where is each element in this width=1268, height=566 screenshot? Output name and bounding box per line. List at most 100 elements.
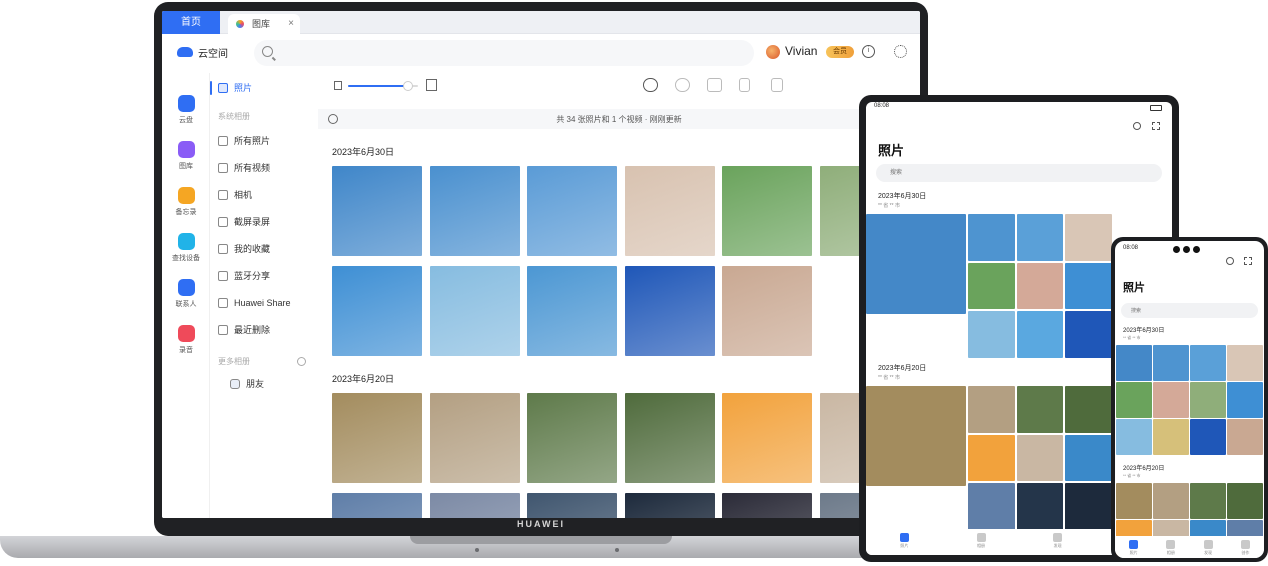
rail-item-5[interactable]: 录音 (162, 325, 210, 355)
photo-thumbnail[interactable] (1190, 483, 1226, 519)
rail-item-4[interactable]: 联系人 (162, 279, 210, 309)
zoom-slider-handle[interactable] (402, 81, 413, 91)
photo-thumbnail[interactable] (332, 166, 422, 256)
gear-icon[interactable] (894, 45, 907, 58)
rail-item-2[interactable]: 备忘录 (162, 187, 210, 217)
photo-thumbnail[interactable] (332, 493, 422, 518)
photo-thumbnail[interactable] (429, 393, 520, 483)
nav-item-0[interactable]: 照片 (1115, 540, 1154, 556)
phone-search-input[interactable] (1121, 303, 1258, 318)
photo-thumbnail[interactable] (968, 434, 1015, 481)
zoom-in-icon[interactable] (426, 79, 437, 91)
more-icon[interactable] (1244, 257, 1252, 265)
expand-icon[interactable] (297, 357, 306, 366)
nav-item-2[interactable]: 发现 (1038, 533, 1078, 549)
photo-thumbnail[interactable] (866, 386, 966, 486)
photo-thumbnail[interactable] (968, 262, 1015, 309)
photo-thumbnail[interactable] (722, 393, 812, 483)
photo-thumbnail[interactable] (1016, 214, 1063, 261)
tab-gallery[interactable]: 图库 × (228, 14, 300, 34)
photo-thumbnail[interactable] (722, 266, 812, 356)
photo-thumbnail[interactable] (968, 483, 1015, 530)
close-icon[interactable]: × (288, 14, 294, 34)
photo-thumbnail[interactable] (1065, 386, 1112, 433)
photo-thumbnail[interactable] (1153, 419, 1189, 455)
rail-item-3[interactable]: 查找设备 (162, 233, 210, 263)
photo-thumbnail[interactable] (624, 166, 715, 256)
nav-item-1[interactable]: 相册 (961, 533, 1001, 549)
sidebar-item-3[interactable]: 截屏录屏 (218, 214, 314, 230)
photo-thumbnail[interactable] (1065, 434, 1112, 481)
photo-thumbnail[interactable] (527, 493, 617, 518)
sidebar-item-friends[interactable]: 朋友 (230, 376, 326, 392)
photo-thumbnail[interactable] (624, 393, 715, 483)
vip-badge[interactable]: 会员 (826, 46, 854, 58)
photo-thumbnail[interactable] (1116, 483, 1152, 519)
tab-home[interactable]: 首页 (162, 11, 220, 34)
photo-thumbnail[interactable] (968, 386, 1015, 433)
photo-thumbnail[interactable] (1153, 483, 1189, 519)
sidebar-item-4[interactable]: 我的收藏 (218, 241, 314, 257)
photo-thumbnail[interactable] (722, 166, 812, 256)
rail-item-1[interactable]: 图库 (162, 141, 210, 171)
photo-thumbnail[interactable] (332, 393, 422, 483)
photo-thumbnail[interactable] (1116, 345, 1152, 381)
sidebar-item-2[interactable]: 相机 (218, 187, 314, 203)
photo-thumbnail[interactable] (1016, 483, 1063, 530)
photo-thumbnail[interactable] (1153, 382, 1189, 418)
photo-thumbnail[interactable] (722, 493, 812, 518)
photo-thumbnail[interactable] (968, 311, 1015, 358)
rail-item-0[interactable]: 云盘 (162, 95, 210, 125)
avatar[interactable] (766, 45, 780, 59)
sidebar-item-1[interactable]: 所有视频 (218, 160, 314, 176)
photo-thumbnail[interactable] (527, 166, 617, 256)
info-icon[interactable]: i (862, 45, 875, 58)
delete-icon[interactable] (771, 78, 783, 92)
photo-thumbnail[interactable] (1016, 386, 1063, 433)
photo-thumbnail[interactable] (1065, 262, 1112, 309)
account-icon[interactable] (1226, 257, 1234, 265)
photo-thumbnail[interactable] (624, 266, 715, 356)
photo-thumbnail[interactable] (1016, 262, 1063, 309)
copy-icon[interactable] (739, 78, 750, 92)
photo-thumbnail[interactable] (1227, 382, 1263, 418)
photo-thumbnail[interactable] (1016, 434, 1063, 481)
sidebar-item-0[interactable]: 所有照片 (218, 133, 314, 149)
photo-thumbnail[interactable] (429, 166, 520, 256)
nav-item-0[interactable]: 照片 (884, 533, 924, 549)
photo-thumbnail[interactable] (1190, 345, 1226, 381)
sidebar-item-photos[interactable]: 照片 (218, 80, 314, 96)
cloud-download-icon[interactable] (675, 78, 690, 92)
photo-thumbnail[interactable] (968, 214, 1015, 261)
sidebar-item-5[interactable]: 蓝牙分享 (218, 268, 314, 284)
photo-thumbnail[interactable] (1065, 214, 1112, 261)
user-name[interactable]: Vivian (785, 44, 817, 58)
photo-thumbnail[interactable] (1227, 483, 1263, 519)
photo-thumbnail[interactable] (332, 266, 422, 356)
photo-thumbnail[interactable] (429, 493, 520, 518)
photo-thumbnail[interactable] (1016, 311, 1063, 358)
zoom-slider[interactable] (348, 81, 418, 91)
photo-thumbnail[interactable] (1190, 382, 1226, 418)
photo-thumbnail[interactable] (866, 214, 966, 314)
new-folder-icon[interactable] (707, 78, 722, 92)
account-icon[interactable] (1133, 122, 1141, 130)
sidebar-item-6[interactable]: Huawei Share (218, 295, 314, 311)
sidebar-item-7[interactable]: 最近删除 (218, 322, 314, 338)
photo-thumbnail[interactable] (1116, 382, 1152, 418)
photo-thumbnail[interactable] (1227, 419, 1263, 455)
search-input[interactable] (254, 40, 754, 66)
photo-thumbnail[interactable] (1116, 419, 1152, 455)
upload-icon[interactable] (643, 78, 658, 92)
photo-thumbnail[interactable] (1190, 419, 1226, 455)
photo-thumbnail[interactable] (429, 266, 520, 356)
photo-thumbnail[interactable] (527, 266, 617, 356)
zoom-out-icon[interactable] (334, 81, 342, 90)
photo-thumbnail[interactable] (1153, 345, 1189, 381)
photo-thumbnail[interactable] (1227, 345, 1263, 381)
photo-thumbnail[interactable] (624, 493, 715, 518)
more-icon[interactable] (1152, 122, 1160, 130)
nav-item-2[interactable]: 发现 (1188, 540, 1228, 556)
nav-item-1[interactable]: 相册 (1151, 540, 1191, 556)
tablet-search-input[interactable] (876, 164, 1162, 182)
